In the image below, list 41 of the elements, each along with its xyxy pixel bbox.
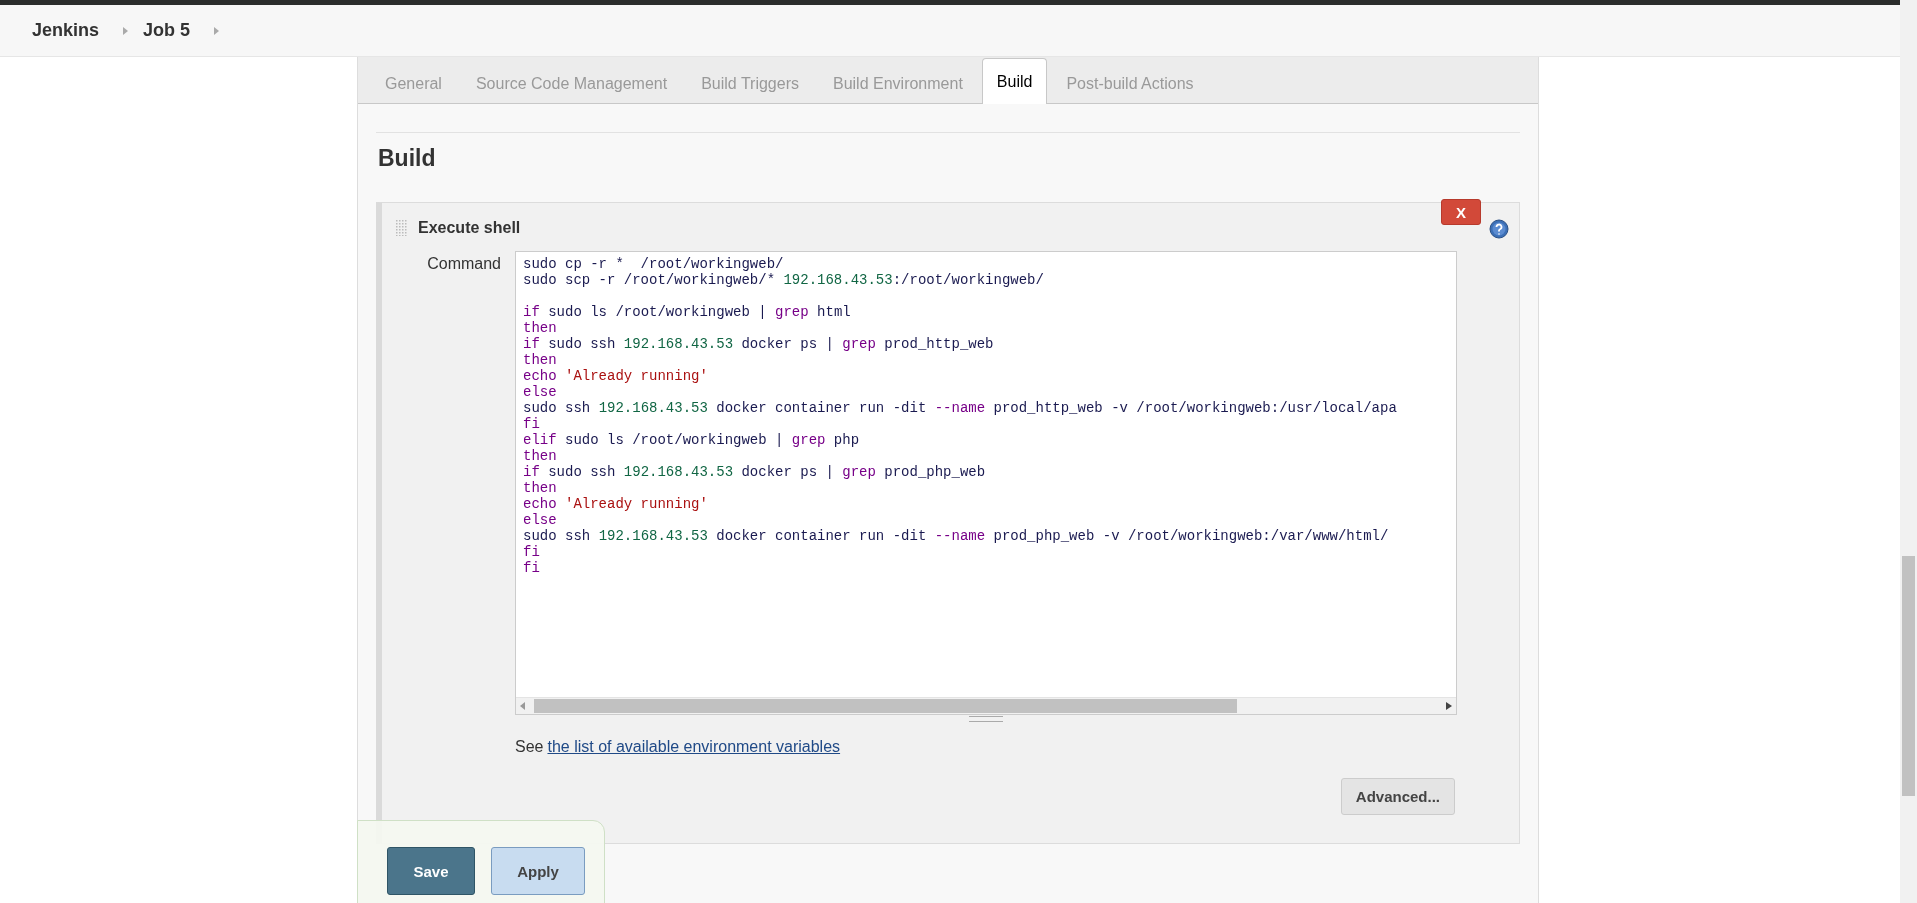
apply-button[interactable]: Apply: [491, 847, 585, 895]
code-line: else: [523, 384, 558, 400]
code-line: sudo scp -r /root/workingweb/* 192.168.43.53:/root/workingweb/: [523, 272, 1045, 288]
code-line: sudo cp -r * /root/workingweb/: [523, 256, 785, 272]
code-line: echo 'Already running': [523, 368, 709, 384]
code-line: sudo ssh 192.168.43.53 docker container run -dit --name prod_http_web -v /root/workingweb:/usr/local/apa: [523, 400, 1398, 416]
code-line: fi: [523, 416, 541, 432]
command-label: Command: [426, 254, 502, 274]
tab[interactable]: Build: [981, 58, 1048, 104]
code-line: then: [523, 448, 558, 464]
code-line: if sudo ls /root/workingweb | grep html: [523, 304, 852, 320]
advanced-button[interactable]: Advanced...: [1340, 778, 1455, 815]
horizontal-scrollbar[interactable]: [516, 697, 1456, 714]
scroll-right-arrow-icon[interactable]: [1446, 702, 1452, 710]
drag-handle-icon[interactable]: [396, 220, 408, 236]
command-editor[interactable]: [515, 251, 1457, 715]
section-title: Build: [378, 145, 437, 172]
code-line: sudo ssh 192.168.43.53 docker container run -dit --name prod_php_web -v /root/workingweb:/var/www/html/: [523, 528, 1390, 544]
code-line: then: [523, 320, 558, 336]
breadcrumb-link[interactable]: Job 5: [143, 20, 201, 41]
code-line: else: [523, 512, 558, 528]
resize-grip-icon[interactable]: [969, 716, 1003, 722]
page-scrollbar[interactable]: [1900, 0, 1917, 903]
code-line: if sudo ssh 192.168.43.53 docker ps | grep prod_http_web: [523, 336, 995, 352]
help-icon[interactable]: [1489, 219, 1509, 239]
env-variables-link[interactable]: the list of available environment variables: [547, 738, 841, 756]
code-line: then: [523, 352, 558, 368]
delete-button[interactable]: X: [1441, 199, 1481, 225]
caret-icon[interactable]: [123, 25, 130, 36]
save-button[interactable]: Save: [387, 847, 475, 895]
breadcrumb-link[interactable]: Jenkins: [32, 20, 110, 41]
caret-icon[interactable]: [214, 25, 221, 36]
code-line: echo 'Already running': [523, 496, 709, 512]
code-line: elif sudo ls /root/workingweb | grep php: [523, 432, 861, 448]
code-line: fi: [523, 560, 541, 576]
step-title: Execute shell: [418, 219, 521, 237]
code-line: fi: [523, 544, 541, 560]
code-line: then: [523, 480, 558, 496]
hint-text: See: [515, 738, 544, 756]
code-line: if sudo ssh 192.168.43.53 docker ps | grep prod_php_web: [523, 464, 987, 480]
scroll-left-arrow-icon[interactable]: [520, 702, 526, 710]
